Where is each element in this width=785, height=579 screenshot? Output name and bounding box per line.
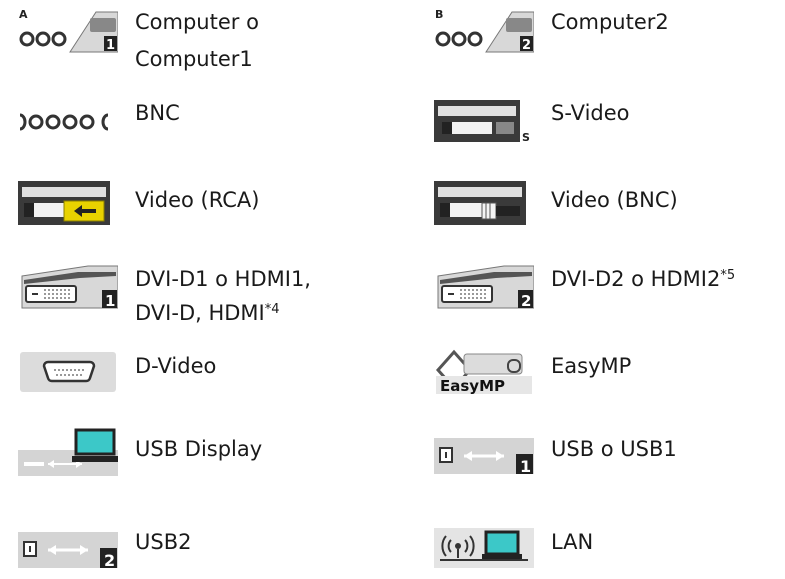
dvi1-label-line2: DVI-D, HDMI*4	[135, 300, 280, 327]
video-rca-icon	[18, 179, 118, 229]
dvi1-footnote: *4	[264, 302, 280, 317]
easymp-logo-text: EasyMP	[440, 377, 505, 395]
svideo-icon: S	[434, 96, 534, 146]
dvi2-label-text: DVI-D2 o HDMI2	[551, 267, 721, 291]
computer2-letter: B	[435, 8, 443, 21]
computer1-label-line2: Computer1	[135, 47, 253, 71]
video-rca-label: Video (RCA)	[135, 188, 260, 212]
dvi2-label: DVI-D2 o HDMI2*5	[551, 266, 735, 293]
dvideo-label: D-Video	[135, 354, 217, 378]
easymp-label: EasyMP	[551, 354, 632, 378]
usb1-icon: 1	[434, 428, 534, 478]
dvi2-icon: 2	[434, 262, 534, 312]
usb2-number: 2	[104, 551, 115, 570]
computer1-number: 1	[106, 38, 115, 53]
svideo-label: S-Video	[551, 101, 630, 125]
computer2-label: Computer2	[551, 10, 669, 34]
computer1-label-line1: Computer o	[135, 10, 259, 34]
usb1-label: USB o USB1	[551, 437, 677, 461]
bnc-icon	[18, 96, 118, 146]
usb2-icon: 2	[18, 522, 118, 572]
usb-display-label: USB Display	[135, 437, 263, 461]
dvi1-label-text: DVI-D, HDMI	[135, 301, 265, 325]
usb2-label: USB2	[135, 530, 192, 554]
dvi2-footnote: *5	[720, 268, 736, 283]
computer2-number: 2	[522, 38, 531, 53]
dvi2-number: 2	[521, 292, 531, 310]
dvi1-number: 1	[105, 292, 115, 310]
dvideo-icon	[18, 346, 118, 396]
svideo-letter: S	[522, 131, 530, 144]
computer2-icon: B 2	[434, 6, 534, 56]
dvi1-icon: 1	[18, 262, 118, 312]
video-bnc-label: Video (BNC)	[551, 188, 678, 212]
usb1-number: 1	[520, 457, 531, 476]
computer1-letter: A	[19, 8, 28, 21]
video-bnc-icon	[434, 179, 534, 229]
lan-icon	[434, 522, 534, 572]
bnc-label: BNC	[135, 101, 180, 125]
dvi1-label-line1: DVI-D1 o HDMI1,	[135, 267, 311, 291]
computer1-icon: A 1	[18, 6, 118, 56]
lan-label: LAN	[551, 530, 594, 554]
easymp-icon: EasyMP	[434, 346, 534, 396]
usb-display-icon	[18, 428, 118, 478]
